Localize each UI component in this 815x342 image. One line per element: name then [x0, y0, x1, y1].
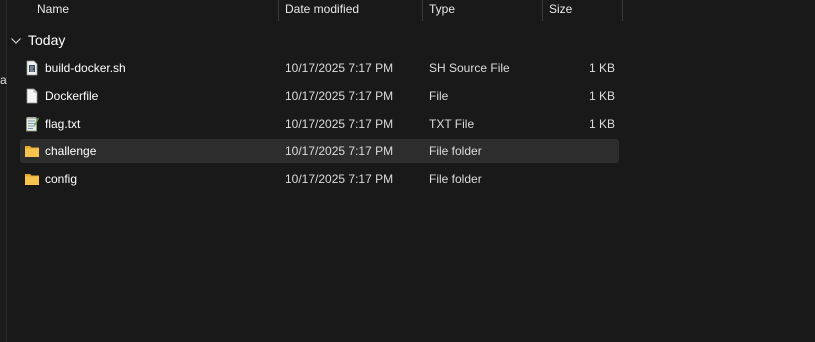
chevron-down-icon[interactable]	[10, 34, 22, 46]
file-size: 1 KB	[588, 61, 615, 75]
file-type: File	[429, 89, 449, 103]
column-header-date-modified[interactable]: Date modified	[279, 0, 423, 21]
file-type: SH Source File	[429, 61, 510, 75]
column-header-name[interactable]: Name	[31, 0, 279, 21]
file-date-modified: 10/17/2025 7:17 PM	[285, 61, 394, 75]
group-header-today[interactable]: Today	[10, 30, 65, 50]
file-type: File folder	[429, 172, 482, 186]
file-date-modified: 10/17/2025 7:17 PM	[285, 89, 394, 103]
file-name: build-docker.sh	[45, 61, 126, 75]
file-row-config[interactable]: config 10/17/2025 7:17 PM File folder	[20, 167, 619, 191]
file-row-challenge[interactable]: challenge 10/17/2025 7:17 PM File folder	[20, 139, 619, 163]
navigation-pane-text-fragment: a	[0, 73, 7, 87]
file-explorer-pane: a Name Date modified Type Size Today bui…	[0, 0, 815, 342]
column-header-type[interactable]: Type	[423, 0, 543, 21]
file-size: 1 KB	[588, 89, 615, 103]
file-date-modified: 10/17/2025 7:17 PM	[285, 172, 394, 186]
file-size: 1 KB	[588, 117, 615, 131]
file-date-modified: 10/17/2025 7:17 PM	[285, 117, 394, 131]
file-name: config	[45, 172, 78, 186]
file-row-flag-txt[interactable]: flag.txt 10/17/2025 7:17 PM TXT File 1 K…	[20, 112, 619, 136]
navigation-pane-edge	[0, 0, 7, 342]
folder-icon	[24, 143, 40, 159]
column-header-size[interactable]: Size	[543, 0, 623, 21]
folder-icon	[24, 171, 40, 187]
column-header-row: Name Date modified Type Size	[6, 0, 815, 21]
file-name: challenge	[45, 144, 97, 158]
script-file-icon	[24, 60, 40, 76]
file-name: Dockerfile	[45, 89, 99, 103]
text-file-icon	[24, 116, 40, 132]
file-row-build-docker-sh[interactable]: build-docker.sh 10/17/2025 7:17 PM SH So…	[20, 56, 619, 80]
file-icon	[24, 88, 40, 104]
file-date-modified: 10/17/2025 7:17 PM	[285, 144, 394, 158]
file-name: flag.txt	[45, 117, 81, 131]
file-row-dockerfile[interactable]: Dockerfile 10/17/2025 7:17 PM File 1 KB	[20, 84, 619, 108]
group-label: Today	[28, 32, 66, 48]
file-type: TXT File	[429, 117, 475, 131]
file-type: File folder	[429, 144, 482, 158]
